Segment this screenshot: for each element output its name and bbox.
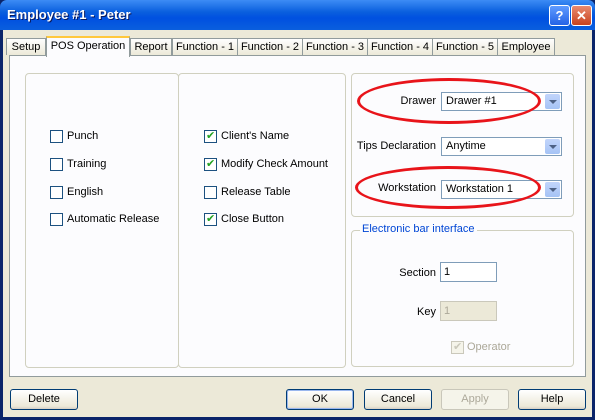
chevron-down-icon[interactable]	[545, 182, 560, 197]
dialog-window: Employee #1 - Peter ? ✕ Setup POS Operat…	[0, 0, 595, 420]
tab-pos-operation[interactable]: POS Operation	[46, 36, 130, 57]
tab-function-5[interactable]: Function - 5	[432, 38, 498, 55]
modify-check-amount-checkbox[interactable]	[204, 157, 217, 171]
drawer-select[interactable]: Drawer #1	[441, 92, 562, 111]
window-title: Employee #1 - Peter	[7, 7, 131, 22]
operator-checkbox[interactable]	[451, 340, 464, 354]
tips-declaration-value: Anytime	[446, 140, 486, 152]
section-label: Section	[399, 267, 436, 279]
tab-panel: Punch Training English Automatic Release…	[9, 55, 586, 377]
punch-label: Punch	[67, 130, 99, 142]
english-label: English	[67, 186, 104, 198]
tab-setup[interactable]: Setup	[6, 38, 46, 55]
options-group-left: Punch Training English Automatic Release	[25, 73, 179, 368]
automatic-release-label: Automatic Release	[67, 213, 160, 225]
tab-employee[interactable]: Employee	[497, 38, 555, 55]
options-group-middle: Client's Name Modify Check Amount Releas…	[178, 73, 346, 368]
cancel-button[interactable]: Cancel	[364, 389, 432, 410]
workstation-label: Workstation	[378, 182, 436, 194]
clients-name-label: Client's Name	[221, 130, 290, 142]
operator-label: Operator	[467, 341, 511, 353]
help-button[interactable]: Help	[518, 389, 586, 410]
clients-name-checkbox[interactable]	[204, 129, 217, 143]
tips-declaration-label: Tips Declaration	[356, 140, 436, 152]
title-bar[interactable]: Employee #1 - Peter ? ✕	[0, 0, 595, 30]
electronic-bar-interface-group: Electronic bar interface Section 1 Key 1…	[351, 223, 574, 367]
punch-checkbox[interactable]	[50, 130, 63, 143]
automatic-release-checkbox[interactable]	[50, 213, 63, 226]
tab-function-3[interactable]: Function - 3	[302, 38, 368, 55]
training-label: Training	[67, 158, 107, 170]
tips-declaration-select[interactable]: Anytime	[441, 137, 562, 156]
workstation-select[interactable]: Workstation 1	[441, 180, 562, 199]
tab-report[interactable]: Report	[130, 38, 172, 55]
delete-button[interactable]: Delete	[10, 389, 78, 410]
release-table-checkbox[interactable]	[204, 186, 217, 199]
chevron-down-icon[interactable]	[545, 94, 560, 109]
tab-function-2[interactable]: Function - 2	[237, 38, 303, 55]
apply-button[interactable]: Apply	[441, 389, 509, 410]
section-input[interactable]: 1	[440, 262, 497, 282]
help-title-button[interactable]: ?	[549, 5, 570, 26]
tab-function-4[interactable]: Function - 4	[367, 38, 433, 55]
drawer-label: Drawer	[400, 95, 436, 107]
key-input[interactable]: 1	[440, 301, 497, 321]
close-button-checkbox[interactable]	[204, 212, 217, 226]
tab-function-1[interactable]: Function - 1	[172, 38, 238, 55]
drawer-value: Drawer #1	[446, 95, 497, 107]
close-button-label: Close Button	[221, 213, 284, 225]
settings-group-right: Drawer Drawer #1 Tips Declaration Anytim…	[351, 73, 574, 217]
ok-button[interactable]: OK	[286, 389, 354, 410]
training-checkbox[interactable]	[50, 158, 63, 171]
release-table-label: Release Table	[221, 186, 291, 198]
key-label: Key	[417, 306, 436, 318]
modify-check-amount-label: Modify Check Amount	[221, 158, 328, 170]
english-checkbox[interactable]	[50, 186, 63, 199]
chevron-down-icon[interactable]	[545, 139, 560, 154]
close-icon[interactable]: ✕	[571, 5, 592, 26]
electronic-bar-interface-title: Electronic bar interface	[360, 223, 477, 235]
workstation-value: Workstation 1	[446, 183, 514, 195]
